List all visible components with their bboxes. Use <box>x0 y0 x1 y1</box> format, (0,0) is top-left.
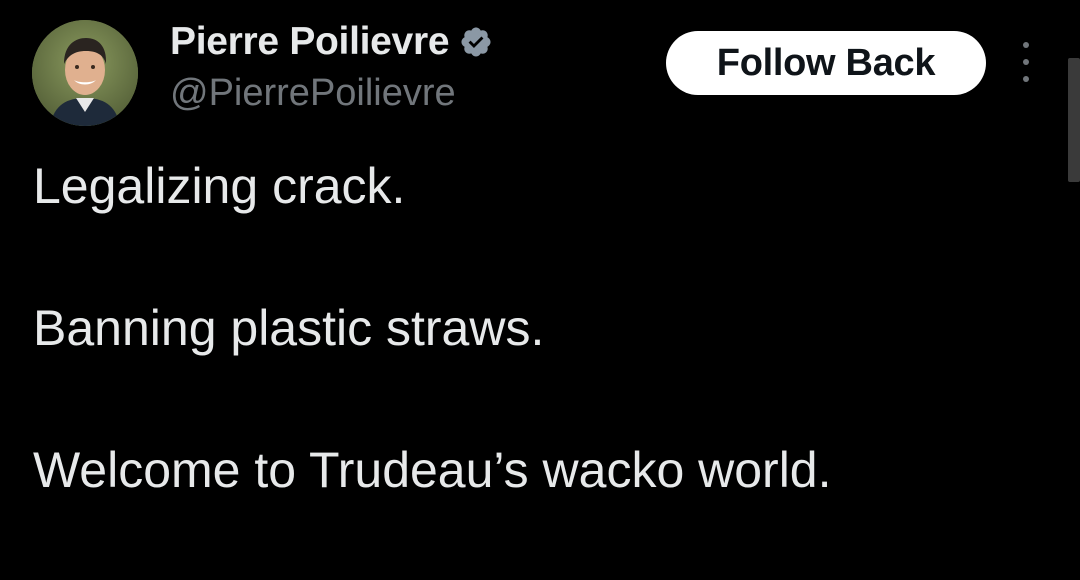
more-dot <box>1023 76 1029 82</box>
tweet-text-line: Legalizing crack. <box>33 158 406 214</box>
tweet-text-line: Banning plastic straws. <box>33 300 545 356</box>
author-name-row: Pierre Poilievre <box>170 18 493 66</box>
scrollbar[interactable] <box>1068 58 1080 182</box>
avatar-image <box>32 20 138 126</box>
author-handle[interactable]: @PierrePoilievre <box>170 72 456 115</box>
more-dot <box>1023 59 1029 65</box>
more-vertical-icon[interactable] <box>1012 42 1040 82</box>
follow-back-button[interactable]: Follow Back <box>666 31 986 95</box>
avatar[interactable] <box>32 20 138 126</box>
tweet-text-line: Welcome to Trudeau’s wacko world. <box>33 442 832 498</box>
more-dot <box>1023 42 1029 48</box>
verified-badge-icon <box>459 25 493 59</box>
display-name[interactable]: Pierre Poilievre <box>170 20 450 64</box>
tweet: Pierre Poilievre @PierrePoilievre Follow… <box>0 0 1080 580</box>
